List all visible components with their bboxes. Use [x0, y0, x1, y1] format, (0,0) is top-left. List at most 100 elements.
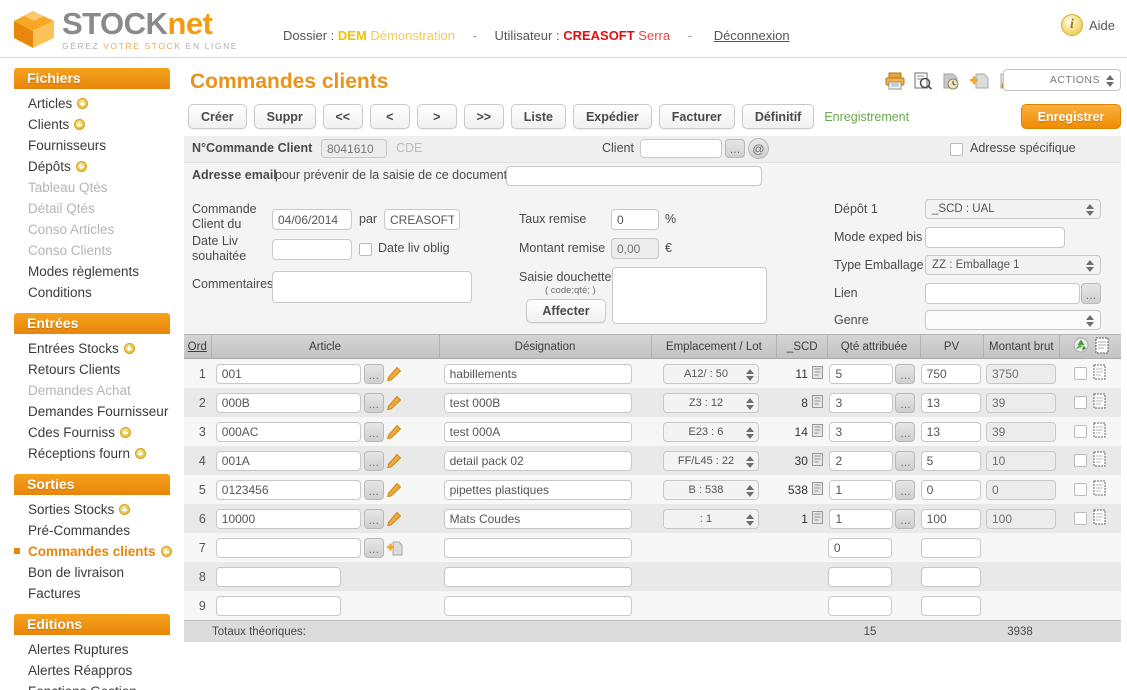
sidebar-item-r-ceptions-fourn[interactable]: Réceptions fourn [0, 443, 178, 464]
note-icon[interactable] [1093, 364, 1106, 383]
email-input[interactable] [506, 166, 762, 186]
pv-input[interactable] [920, 479, 981, 500]
note-icon[interactable] [1095, 337, 1109, 357]
row-select-checkbox[interactable] [1074, 512, 1088, 525]
discount-rate-input[interactable] [611, 209, 659, 230]
edit-pencil-icon[interactable] [386, 366, 401, 381]
sidebar-item-fournisseurs[interactable]: Fournisseurs [0, 135, 178, 156]
qty-browse-button[interactable]: … [895, 363, 916, 384]
add-document-icon[interactable] [969, 72, 989, 90]
designation-input[interactable] [443, 479, 632, 500]
qty-input[interactable] [829, 363, 894, 384]
add-circle-icon[interactable] [160, 546, 172, 557]
pv-input[interactable] [920, 450, 981, 471]
stock-detail-icon[interactable] [811, 452, 823, 469]
sidebar-item-entr-es-stocks[interactable]: Entrées Stocks [0, 338, 178, 359]
pv-input[interactable] [920, 421, 981, 442]
article-browse-button[interactable]: … [363, 508, 384, 529]
designation-input[interactable] [443, 421, 632, 442]
link-input[interactable] [925, 283, 1080, 304]
stock-detail-icon[interactable] [811, 423, 823, 440]
note-icon[interactable] [1093, 480, 1106, 499]
stock-detail-icon[interactable] [811, 365, 823, 382]
add-circle-icon[interactable] [74, 119, 86, 130]
qty-browse-button[interactable]: … [895, 479, 916, 500]
liste-button[interactable]: Liste [510, 104, 566, 129]
row-select-checkbox[interactable] [1074, 425, 1088, 438]
qty-input[interactable] [827, 537, 892, 558]
ship-mode-input[interactable] [925, 227, 1065, 248]
sidebar-item-alertes-r-appros[interactable]: Alertes Réappros [0, 660, 178, 681]
stock-detail-icon[interactable] [811, 394, 823, 411]
edit-pencil-icon[interactable] [386, 395, 401, 410]
article-input[interactable] [215, 363, 361, 384]
add-circle-icon[interactable] [123, 343, 135, 354]
stock-detail-icon[interactable] [811, 481, 823, 498]
article-input[interactable] [215, 392, 361, 413]
next-button[interactable]: > [416, 104, 457, 129]
article-browse-button[interactable]: … [363, 479, 384, 500]
edit-pencil-icon[interactable] [386, 482, 401, 497]
article-browse-button[interactable]: … [363, 450, 384, 471]
actions-dropdown[interactable]: ACTIONS [1003, 69, 1121, 91]
first-button[interactable]: << [322, 104, 363, 129]
last-button[interactable]: >> [463, 104, 504, 129]
add-circle-icon[interactable] [77, 98, 89, 109]
printer-icon[interactable] [885, 72, 905, 90]
designation-input[interactable] [443, 537, 632, 558]
sidebar-item-clients[interactable]: Clients [0, 114, 178, 135]
row-select-checkbox[interactable] [1074, 483, 1088, 496]
amount-input[interactable] [985, 450, 1056, 471]
sidebar-item-conditions[interactable]: Conditions [0, 282, 178, 303]
order-by-input[interactable] [384, 209, 460, 230]
prev-button[interactable]: < [369, 104, 410, 129]
article-browse-button[interactable]: … [363, 392, 384, 413]
pv-input[interactable] [920, 363, 981, 384]
pv-input[interactable] [920, 566, 981, 587]
sidebar-item-retours-clients[interactable]: Retours Clients [0, 359, 178, 380]
pv-input[interactable] [920, 508, 981, 529]
sidebar-item-demandes-fournisseur[interactable]: Demandes Fournisseur [0, 401, 178, 422]
designation-input[interactable] [443, 508, 632, 529]
designation-input[interactable] [443, 363, 632, 384]
history-clock-icon[interactable] [941, 72, 961, 90]
sidebar-item-modes-r-glements[interactable]: Modes règlements [0, 261, 178, 282]
note-icon[interactable] [1093, 422, 1106, 441]
packaging-select[interactable]: ZZ : Emballage 1 [925, 255, 1101, 275]
add-circle-icon[interactable] [135, 448, 147, 459]
article-input[interactable] [215, 508, 361, 529]
comments-textarea[interactable] [272, 271, 472, 303]
designation-input[interactable] [443, 566, 632, 587]
client-input[interactable] [640, 139, 722, 158]
sidebar-item-pr-commandes[interactable]: Pré-Commandes [0, 520, 178, 541]
edit-pencil-icon[interactable] [386, 511, 401, 526]
article-input[interactable] [215, 479, 361, 500]
link-browse-button[interactable]: … [1081, 283, 1101, 304]
pv-input[interactable] [920, 537, 981, 558]
stock-detail-icon[interactable] [811, 510, 823, 527]
sidebar-item-fonctions-gestion[interactable]: Fonctions Gestion [0, 681, 178, 690]
note-icon[interactable] [1093, 393, 1106, 412]
qty-input[interactable] [827, 595, 892, 616]
sidebar-item-alertes-ruptures[interactable]: Alertes Ruptures [0, 639, 178, 660]
client-email-button[interactable]: @ [748, 138, 769, 159]
sidebar-item-factures[interactable]: Factures [0, 583, 178, 604]
article-browse-button[interactable]: … [363, 363, 384, 384]
facturer-button[interactable]: Facturer [658, 104, 735, 129]
sidebar-item-bon-de-livraison[interactable]: Bon de livraison [0, 562, 178, 583]
amount-input[interactable] [985, 392, 1056, 413]
save-button[interactable]: Enregistrer [1021, 104, 1121, 129]
article-input[interactable] [215, 566, 341, 587]
designation-input[interactable] [443, 450, 632, 471]
creer-button[interactable]: Créer [188, 104, 247, 129]
note-icon[interactable] [1093, 451, 1106, 470]
row-select-checkbox[interactable] [1074, 396, 1088, 409]
pv-input[interactable] [920, 392, 981, 413]
sidebar-item-cdes-fourniss[interactable]: Cdes Fourniss [0, 422, 178, 443]
qty-input[interactable] [827, 566, 892, 587]
qty-browse-button[interactable]: … [895, 421, 916, 442]
qty-input[interactable] [829, 450, 894, 471]
sidebar-item-d-p-ts[interactable]: Dépôts [0, 156, 178, 177]
qty-browse-button[interactable]: … [895, 392, 916, 413]
discount-amount-input[interactable] [611, 238, 659, 259]
